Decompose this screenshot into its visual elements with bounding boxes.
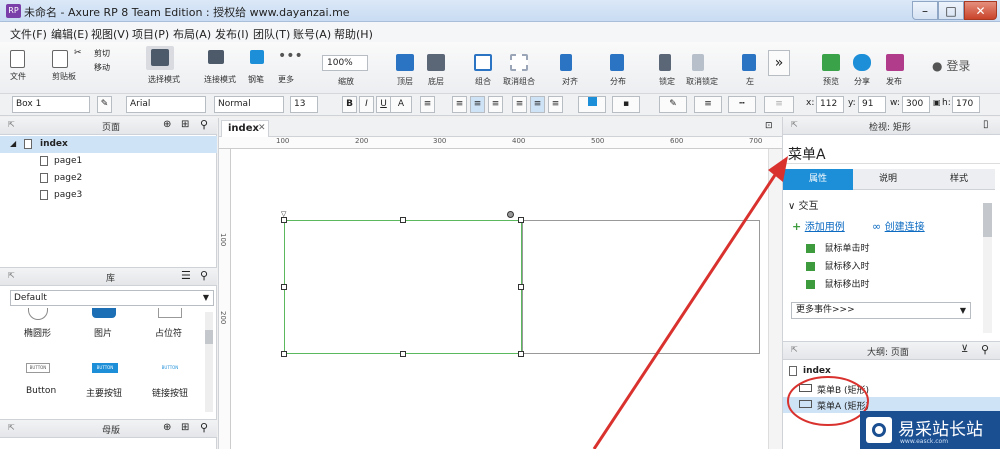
annotation-overlay [592, 156, 869, 449]
watermark: 易采站长站 www.easck.com [860, 411, 1000, 449]
annotation-arrow [592, 174, 777, 449]
annotation-circle [787, 376, 869, 426]
watermark-logo-icon [866, 417, 892, 443]
annotation-arrowhead [768, 156, 788, 182]
